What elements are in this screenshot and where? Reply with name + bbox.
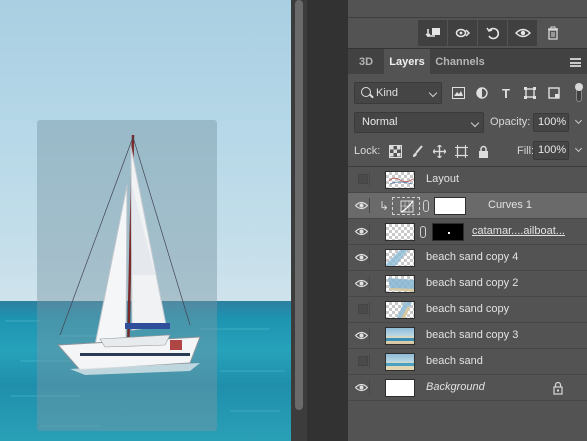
visibility-off-box	[358, 356, 368, 366]
blend-mode-select[interactable]: Normal	[354, 112, 484, 133]
visibility-toggle[interactable]	[354, 328, 370, 343]
layer-thumbnail	[385, 223, 415, 241]
layer-thumbnail	[385, 327, 415, 345]
curves-adjustment-icon	[392, 197, 420, 215]
layers-list: Layout ↳ Curves 1 catamar....ailboat...	[348, 166, 587, 441]
opacity-chevron-icon[interactable]	[574, 116, 583, 125]
link-icon[interactable]	[420, 226, 426, 238]
visibility-toggle[interactable]	[354, 380, 370, 395]
reset-icon[interactable]	[478, 20, 508, 46]
layer-row[interactable]: beach sand copy	[348, 297, 587, 323]
clipping-arrow-icon: ↳	[379, 199, 390, 213]
layers-panel: 3D Layers Channels Kind T Normal Opacity…	[348, 0, 587, 441]
visibility-toggle[interactable]	[354, 354, 370, 369]
layer-row[interactable]: Background	[348, 375, 587, 401]
blend-mode-value: Normal	[362, 116, 398, 128]
fill-label: Fill:	[517, 145, 535, 157]
eye-icon	[355, 279, 368, 288]
lock-label: Lock:	[354, 145, 381, 157]
opacity-input[interactable]: 100%	[533, 113, 569, 132]
chevron-down-icon	[470, 118, 480, 128]
visibility-toggle[interactable]	[354, 302, 370, 317]
lock-transparency-icon[interactable]	[387, 143, 403, 159]
filter-kind-value: Kind	[376, 87, 399, 99]
chevron-down-icon	[428, 88, 438, 98]
visibility-toggle[interactable]	[354, 224, 370, 239]
eye-icon	[355, 227, 368, 236]
eye-icon	[355, 331, 368, 340]
eye-icon	[355, 201, 368, 210]
layer-row[interactable]: ↳ Curves 1	[348, 193, 587, 219]
layer-filter-row: Kind T	[354, 82, 587, 104]
search-icon	[361, 87, 371, 97]
eye-icon	[355, 253, 368, 262]
layer-name: Curves 1	[488, 199, 533, 211]
layer-name: Background	[426, 381, 485, 393]
link-icon[interactable]	[423, 200, 429, 212]
panel-top-area	[348, 0, 587, 18]
blend-row: Normal Opacity: 100%	[354, 112, 587, 134]
fill-chevron-icon[interactable]	[574, 144, 583, 153]
properties-toolbar	[418, 20, 587, 46]
layer-name: beach sand copy 2	[426, 277, 519, 289]
smart-object-filter-icon[interactable]	[546, 85, 562, 101]
layer-name: Layout	[426, 173, 460, 185]
visibility-icon[interactable]	[508, 20, 538, 46]
shape-filter-icon[interactable]	[522, 85, 538, 101]
layer-name: catamar....ailboat...	[472, 225, 565, 237]
tab-3d[interactable]: 3D	[354, 49, 378, 75]
lock-row: Lock: Fill: 100%	[354, 140, 587, 162]
lock-artboard-icon[interactable]	[453, 143, 469, 159]
layer-name: beach sand copy 3	[426, 329, 519, 341]
layer-mask-thumbnail[interactable]	[434, 197, 466, 215]
filter-kind-select[interactable]: Kind	[354, 82, 442, 104]
layer-row[interactable]: beach sand copy 2	[348, 271, 587, 297]
visibility-toggle[interactable]	[354, 198, 370, 213]
scrollbar-thumb[interactable]	[295, 0, 303, 410]
eye-icon	[355, 383, 368, 392]
layer-row[interactable]: beach sand copy 3	[348, 323, 587, 349]
lock-position-icon[interactable]	[431, 143, 447, 159]
layer-row[interactable]: catamar....ailboat...	[348, 219, 587, 245]
layer-thumbnail	[385, 301, 415, 319]
layer-name: beach sand copy	[426, 303, 510, 315]
fill-input[interactable]: 100%	[533, 141, 569, 160]
visibility-toggle[interactable]	[354, 250, 370, 265]
layer-thumbnail	[385, 379, 415, 397]
layer-row[interactable]: beach sand	[348, 349, 587, 375]
visibility-toggle[interactable]	[354, 276, 370, 291]
pixel-filter-icon[interactable]	[450, 85, 466, 101]
lock-all-icon[interactable]	[475, 143, 491, 159]
tab-layers[interactable]: Layers	[384, 49, 430, 75]
collapse-icon[interactable]	[418, 20, 448, 46]
layer-thumbnail	[385, 275, 415, 293]
visibility-off-box	[358, 304, 368, 314]
tab-channels[interactable]: Channels	[432, 49, 488, 75]
visibility-toggle[interactable]	[354, 172, 370, 187]
visibility-off-box	[358, 174, 368, 184]
layer-mask-thumbnail[interactable]	[432, 223, 464, 241]
filter-toggle-switch[interactable]	[574, 82, 584, 104]
layer-name: beach sand	[426, 355, 483, 367]
adjustment-filter-icon[interactable]	[474, 85, 490, 101]
layer-thumbnail	[385, 353, 415, 371]
layer-thumbnail	[385, 249, 415, 267]
lock-pixels-icon[interactable]	[409, 143, 425, 159]
link-layers-icon[interactable]	[448, 20, 478, 46]
panel-tabs: 3D Layers Channels	[348, 48, 587, 75]
panel-gutter	[307, 0, 348, 441]
layer-row[interactable]: beach sand copy 4	[348, 245, 587, 271]
trash-icon[interactable]	[538, 20, 568, 46]
panel-menu-icon[interactable]	[570, 58, 581, 67]
type-filter-icon[interactable]: T	[498, 85, 514, 101]
layer-name: beach sand copy 4	[426, 251, 519, 263]
lock-icon	[553, 381, 563, 395]
sailboat-image	[56, 134, 201, 375]
document-canvas[interactable]	[0, 0, 291, 441]
opacity-label: Opacity:	[490, 116, 531, 128]
layer-row[interactable]: Layout	[348, 167, 587, 193]
layer-thumbnail	[385, 171, 415, 189]
